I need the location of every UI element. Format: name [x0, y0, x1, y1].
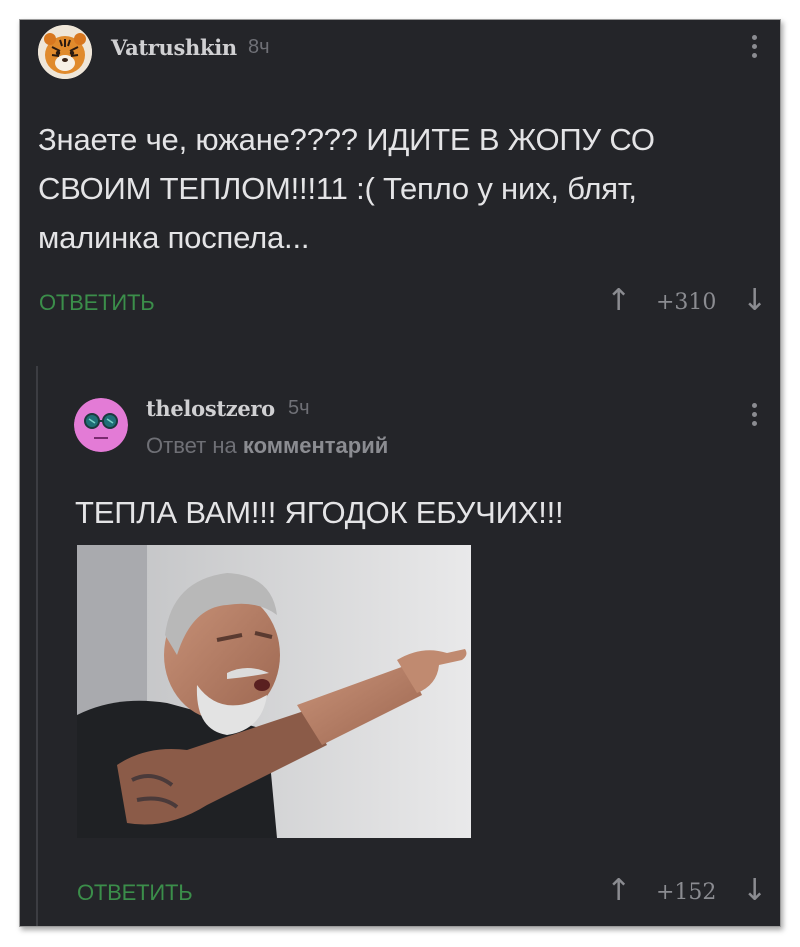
comment-time: 5ч — [288, 397, 310, 419]
comment-username[interactable]: thelostzero — [146, 396, 275, 421]
reply-button[interactable]: ОТВЕТИТЬ — [39, 290, 155, 316]
comment-text: ТЕПЛА ВАМ!!! ЯГОДОК ЕБУЧИХ!!! — [75, 495, 564, 530]
comments-panel: Vatrushkin 8ч Знаете че, южане???? ИДИТЕ… — [19, 19, 781, 927]
reply-to-link[interactable]: комментарий — [243, 433, 388, 458]
comment-time: 8ч — [248, 36, 270, 58]
reply-to-prefix: Ответ на — [146, 433, 237, 458]
reply-button[interactable]: ОТВЕТИТЬ — [77, 880, 193, 906]
more-options-icon[interactable] — [751, 403, 759, 430]
comment-rating: +152 — [656, 880, 717, 905]
upvote-icon[interactable]: ↑ — [606, 283, 631, 318]
comment-username[interactable]: Vatrushkin — [111, 35, 237, 60]
downvote-icon[interactable]: ↓ — [742, 283, 767, 318]
comment-text: Знаете че, южане???? ИДИТЕ В ЖОПУ СО СВО… — [38, 122, 655, 255]
attached-image[interactable] — [77, 545, 471, 838]
thread-line — [36, 366, 38, 926]
downvote-icon[interactable]: ↓ — [742, 873, 767, 908]
comment-rating: +310 — [656, 290, 717, 315]
reply-to-text: Ответ на комментарий — [146, 433, 388, 459]
tiger-avatar-icon[interactable] — [38, 25, 92, 79]
more-options-icon[interactable] — [751, 35, 759, 62]
upvote-icon[interactable]: ↑ — [606, 873, 631, 908]
pink-face-avatar-icon[interactable] — [74, 398, 128, 452]
